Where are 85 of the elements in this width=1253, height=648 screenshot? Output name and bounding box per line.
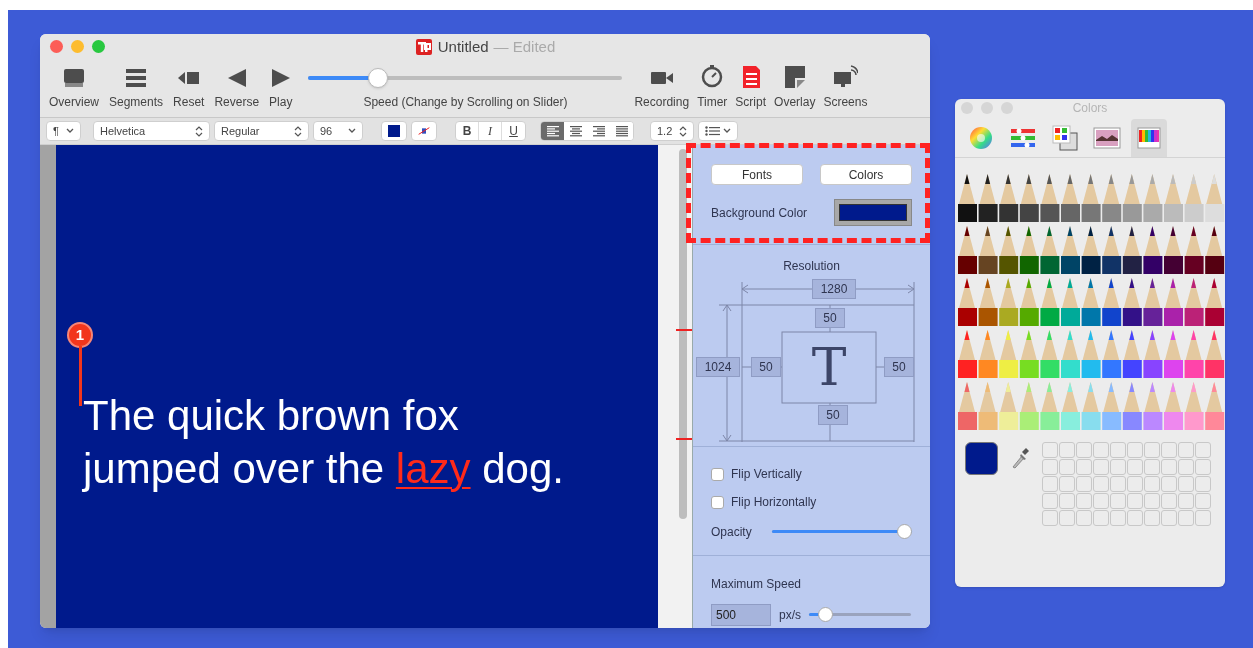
- landscape-image-icon: [1093, 124, 1121, 152]
- text-color-well[interactable]: [381, 121, 407, 141]
- text-style-control[interactable]: B I U: [455, 121, 526, 141]
- reset-icon: [178, 72, 200, 84]
- pencil-box-icon: [1135, 124, 1163, 152]
- bold-button[interactable]: B: [456, 122, 479, 140]
- palette-grid-icon: [1051, 124, 1079, 152]
- font-family-dropdown[interactable]: Helvetica: [93, 121, 210, 141]
- up-down-arrows-icon: [679, 125, 687, 137]
- colors-button[interactable]: Colors: [820, 164, 912, 185]
- height-value: 1024: [696, 357, 740, 377]
- checkbox[interactable]: [711, 495, 724, 509]
- toolbar-button[interactable]: Screens: [820, 64, 871, 111]
- toolbar-button[interactable]: Play: [266, 64, 296, 111]
- close-button[interactable]: [50, 40, 63, 53]
- toolbar-button[interactable]: Segments: [106, 64, 167, 111]
- toolbar-button[interactable]: Script: [732, 64, 770, 111]
- resolution-title: Resolution: [782, 258, 841, 275]
- toolbar-button[interactable]: Reverse: [211, 64, 263, 111]
- maximum-speed-field[interactable]: 500: [711, 604, 771, 626]
- slider[interactable]: [772, 524, 912, 540]
- checkbox[interactable]: [711, 467, 724, 481]
- scrollbar-thumb[interactable]: [679, 149, 687, 519]
- font-size-combo[interactable]: 96: [313, 121, 363, 141]
- marker-line: [78, 346, 82, 406]
- speed-label: Speed (Change by Scrolling on Slider): [363, 94, 568, 111]
- chevron-down-icon: [723, 128, 731, 134]
- underline-button[interactable]: U: [502, 122, 525, 140]
- up-down-arrows-icon: [294, 125, 302, 137]
- toolbar-button[interactable]: Recording: [631, 64, 693, 111]
- slider-thumb[interactable]: [367, 68, 388, 88]
- color-wheel-icon: [967, 124, 995, 152]
- text-align-justify-icon: [614, 125, 629, 137]
- right-margin-value: 50: [884, 357, 914, 377]
- toolbar-button[interactable]: Timer: [694, 64, 731, 111]
- segment-marker[interactable]: 1: [67, 322, 93, 348]
- color-mode-tab[interactable]: [1131, 119, 1167, 157]
- text-align-right-icon: [591, 125, 606, 137]
- video-camera-icon: [650, 72, 673, 84]
- font-style-dropdown[interactable]: Regular: [214, 121, 309, 141]
- crossed-color-icon: [418, 125, 430, 137]
- chevron-down-icon: [348, 128, 356, 134]
- left-margin-value: 50: [751, 357, 781, 377]
- width-value: 1280: [812, 279, 856, 299]
- align-left-button[interactable]: [541, 122, 564, 140]
- background-color-label: Background Color: [711, 204, 808, 222]
- play-icon: [271, 69, 290, 87]
- checkbox-label: Flip Horizontally: [731, 494, 817, 511]
- checkbox-label: Flip Vertically: [731, 466, 802, 483]
- canvas-text: The quick brown fox jumped over the lazy dog.: [83, 391, 565, 494]
- list-style-dropdown[interactable]: [698, 121, 738, 141]
- line-spacing-stepper[interactable]: 1.2: [650, 121, 694, 141]
- window-title: Untitled: [437, 36, 489, 57]
- fonts-button[interactable]: Fonts: [711, 164, 803, 185]
- current-color-swatch[interactable]: [965, 442, 998, 475]
- up-down-arrows-icon: [195, 125, 203, 137]
- left-triangle-icon: [227, 69, 246, 87]
- list-icon: [126, 69, 147, 87]
- paragraph-style-dropdown[interactable]: ¶: [46, 121, 81, 141]
- top-margin-value: 50: [815, 308, 845, 328]
- bottom-margin-value: 50: [818, 405, 848, 425]
- window-subtitle: — Edited: [493, 36, 556, 57]
- chevron-down-icon: [66, 128, 74, 134]
- unit-label: px/s: [779, 607, 801, 624]
- slider-thumb[interactable]: [817, 607, 833, 622]
- sample-glyph: T: [810, 339, 848, 395]
- no-color-well[interactable]: [411, 121, 437, 141]
- maximum-speed-label: Maximum Speed: [711, 576, 803, 593]
- zoom-button[interactable]: [92, 40, 105, 53]
- eyedropper-icon[interactable]: [1010, 446, 1030, 470]
- text-align-left-icon: [545, 125, 560, 137]
- alignment-control[interactable]: [540, 121, 634, 141]
- stacked-cards-icon: [64, 69, 84, 87]
- toolbar-button[interactable]: Reset: [170, 64, 208, 111]
- toolbar-button[interactable]: Overview: [46, 64, 102, 111]
- opacity-label: Opacity: [711, 524, 752, 541]
- toolbar-button[interactable]: Overlay: [771, 64, 819, 111]
- custom-swatches-grid[interactable]: [1042, 442, 1211, 526]
- italic-button[interactable]: I: [479, 122, 502, 140]
- slider-thumb[interactable]: [897, 524, 912, 539]
- text-align-center-icon: [568, 125, 583, 137]
- bulleted-list-icon: [705, 126, 721, 136]
- background-color-well[interactable]: [834, 199, 912, 226]
- app-logo-icon: [414, 38, 433, 56]
- slider[interactable]: [809, 607, 911, 623]
